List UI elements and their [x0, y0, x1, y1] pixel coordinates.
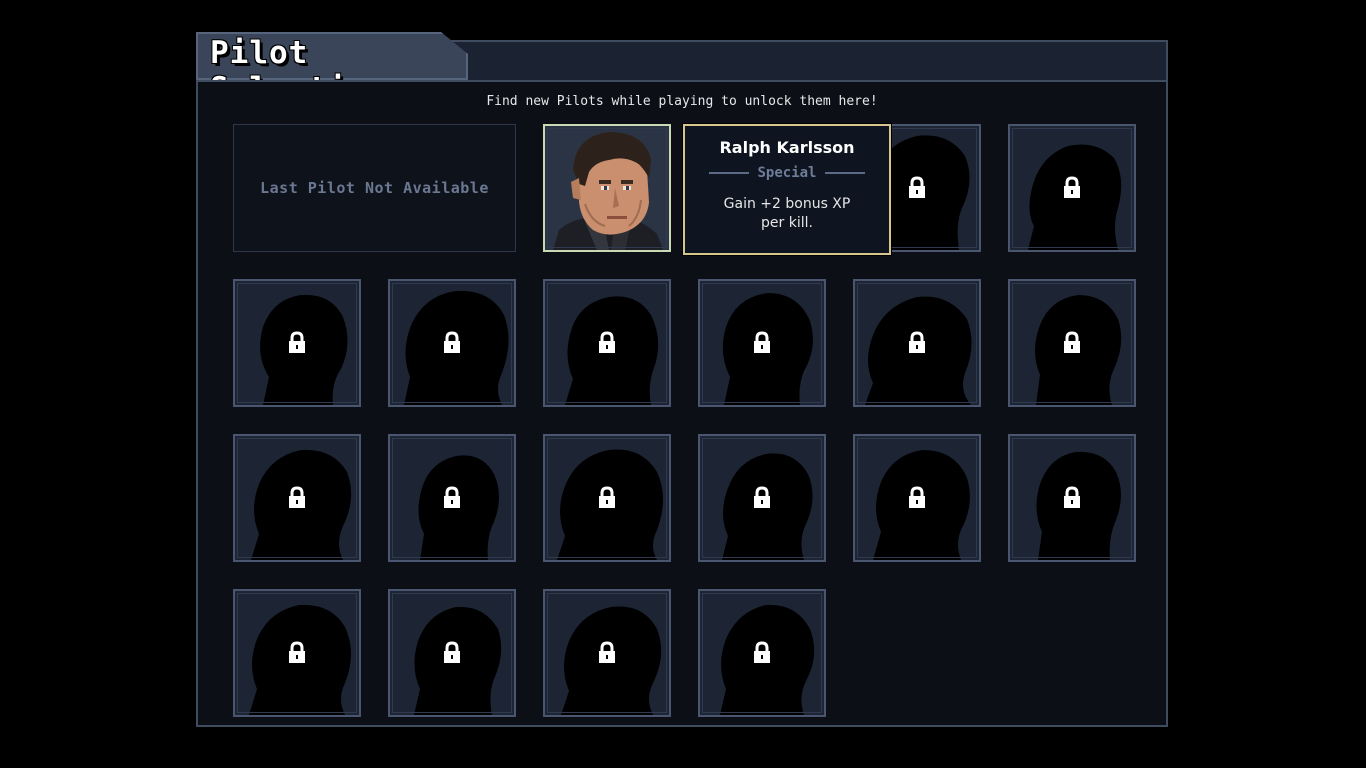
lock-icon: [1064, 486, 1080, 508]
divider-left: [709, 172, 750, 174]
pilot-selection-panel: Pilot Selection Find new Pilots while pl…: [196, 32, 1168, 727]
lock-icon: [444, 331, 460, 353]
tooltip-pilot-name: Ralph Karlsson: [719, 138, 855, 157]
lock-icon: [289, 486, 305, 508]
pilot-slot-locked[interactable]: [698, 589, 826, 717]
lock-icon: [909, 331, 925, 353]
last-pilot-label: Last Pilot Not Available: [260, 179, 489, 197]
pilot-slot-locked[interactable]: [233, 434, 361, 562]
pilot-slot-locked[interactable]: [543, 434, 671, 562]
lock-icon: [1064, 331, 1080, 353]
lock-icon: [444, 486, 460, 508]
pilot-portrait: [545, 126, 669, 250]
pilot-tooltip: Ralph Karlsson Special Gain +2 bonus XP …: [683, 124, 891, 255]
lock-icon: [599, 331, 615, 353]
tooltip-description: Gain +2 bonus XP per kill.: [723, 196, 851, 231]
pilot-slot-locked[interactable]: [1008, 279, 1136, 407]
pilot-slot-locked[interactable]: [388, 434, 516, 562]
pilot-slot-locked[interactable]: [1008, 124, 1136, 252]
lock-icon: [754, 486, 770, 508]
pilot-slot-locked[interactable]: [388, 279, 516, 407]
lock-icon: [599, 641, 615, 663]
pilot-slot-locked[interactable]: [698, 434, 826, 562]
tooltip-category-label: Special: [757, 165, 817, 181]
lock-icon: [909, 176, 925, 198]
lock-icon: [599, 486, 615, 508]
pilot-slot-locked[interactable]: [543, 279, 671, 407]
pilot-slot-ralph-karlsson[interactable]: [543, 124, 671, 252]
tooltip-category: Special: [685, 165, 889, 181]
pilot-slot-locked[interactable]: [388, 589, 516, 717]
lock-icon: [1064, 176, 1080, 198]
pilot-slot-locked[interactable]: [233, 279, 361, 407]
lock-icon: [289, 331, 305, 353]
last-pilot-slot: Last Pilot Not Available: [233, 124, 516, 252]
lock-icon: [289, 641, 305, 663]
pilot-slot-locked[interactable]: [853, 279, 981, 407]
pilot-slot-locked[interactable]: [1008, 434, 1136, 562]
pilot-slot-locked[interactable]: [233, 589, 361, 717]
title-tab: Pilot Selection: [196, 32, 468, 80]
lock-icon: [754, 331, 770, 353]
lock-icon: [754, 641, 770, 663]
pilot-slot-locked[interactable]: [853, 434, 981, 562]
pilot-slot-locked[interactable]: [543, 589, 671, 717]
divider-right: [824, 172, 865, 174]
lock-icon: [444, 641, 460, 663]
lock-icon: [909, 486, 925, 508]
instruction-text: Find new Pilots while playing to unlock …: [486, 94, 878, 109]
pilot-slot-locked[interactable]: [698, 279, 826, 407]
